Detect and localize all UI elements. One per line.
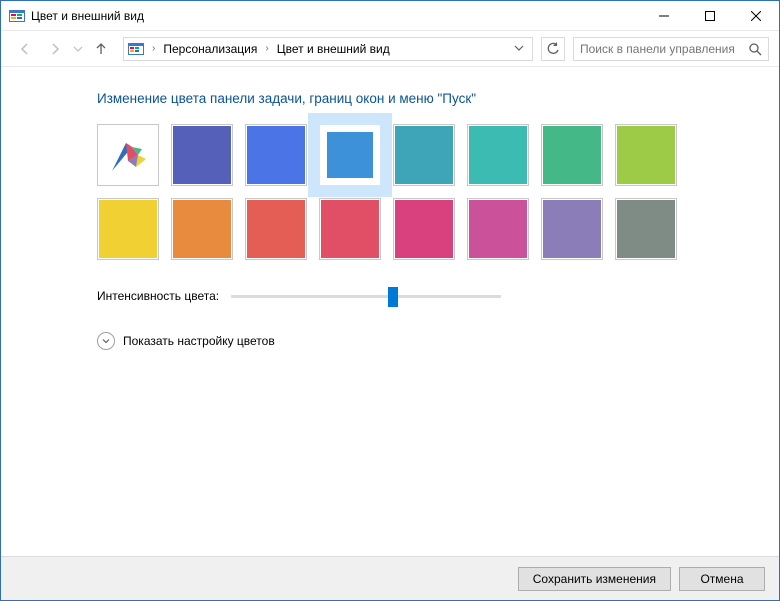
recent-button[interactable]	[71, 35, 85, 63]
chevron-down-icon	[514, 43, 524, 53]
window-title: Цвет и внешний вид	[31, 9, 641, 23]
breadcrumb-separator: ›	[261, 43, 272, 54]
color-swatch-orange[interactable]	[171, 198, 233, 260]
intensity-label: Интенсивность цвета:	[97, 289, 219, 303]
color-swatch-rose[interactable]	[319, 198, 381, 260]
color-swatch-yellow[interactable]	[97, 198, 159, 260]
color-swatch-cyan[interactable]	[467, 124, 529, 186]
cancel-button[interactable]: Отмена	[679, 567, 765, 591]
color-swatch-blue[interactable]	[245, 124, 307, 186]
breadcrumb-item[interactable]: Цвет и внешний вид	[277, 42, 390, 56]
arrow-right-icon	[47, 41, 63, 57]
minimize-button[interactable]	[641, 1, 687, 30]
color-swatch-teal[interactable]	[393, 124, 455, 186]
search-box[interactable]	[573, 37, 769, 61]
breadcrumb[interactable]: › Персонализация › Цвет и внешний вид	[123, 37, 533, 61]
save-button[interactable]: Сохранить изменения	[518, 567, 671, 591]
close-button[interactable]	[733, 1, 779, 30]
color-swatch-grid	[97, 124, 745, 260]
control-panel-icon	[128, 41, 144, 57]
arrow-up-icon	[93, 41, 109, 57]
window: Цвет и внешний вид	[0, 0, 780, 601]
breadcrumb-dropdown[interactable]	[510, 42, 528, 56]
color-swatch-violet[interactable]	[541, 198, 603, 260]
slider-track	[231, 295, 501, 298]
close-icon	[751, 11, 761, 21]
refresh-button[interactable]	[541, 37, 565, 61]
minimize-icon	[659, 11, 669, 21]
color-swatch-lime[interactable]	[615, 124, 677, 186]
window-controls	[641, 1, 779, 30]
breadcrumb-separator: ›	[148, 43, 159, 54]
arrow-left-icon	[17, 41, 33, 57]
refresh-icon	[546, 42, 560, 56]
maximize-icon	[705, 11, 715, 21]
forward-button[interactable]	[41, 35, 69, 63]
color-swatch-auto[interactable]	[97, 124, 159, 186]
maximize-button[interactable]	[687, 1, 733, 30]
color-swatch-azure[interactable]	[319, 124, 381, 186]
content-pane: Изменение цвета панели задачи, границ ок…	[1, 67, 779, 556]
chevron-down-circle-icon	[97, 332, 115, 350]
up-button[interactable]	[87, 35, 115, 63]
color-swatch-magenta[interactable]	[393, 198, 455, 260]
back-button[interactable]	[11, 35, 39, 63]
color-swatch-indigo[interactable]	[171, 124, 233, 186]
color-swatch-green[interactable]	[541, 124, 603, 186]
navbar: › Персонализация › Цвет и внешний вид	[1, 31, 779, 67]
color-swatch-slate[interactable]	[615, 198, 677, 260]
intensity-slider[interactable]	[231, 286, 501, 306]
titlebar: Цвет и внешний вид	[1, 1, 779, 31]
slider-thumb[interactable]	[388, 287, 398, 307]
show-color-settings[interactable]: Показать настройку цветов	[97, 332, 745, 350]
color-swatch-coral[interactable]	[245, 198, 307, 260]
search-input[interactable]	[580, 42, 748, 56]
page-heading: Изменение цвета панели задачи, границ ок…	[97, 91, 745, 106]
search-icon	[748, 42, 762, 56]
color-swatch-pink[interactable]	[467, 198, 529, 260]
auto-color-icon	[106, 133, 150, 177]
window-icon	[9, 8, 25, 24]
expand-label: Показать настройку цветов	[123, 334, 275, 348]
breadcrumb-item[interactable]: Персонализация	[163, 42, 257, 56]
intensity-row: Интенсивность цвета:	[97, 286, 745, 306]
footer: Сохранить изменения Отмена	[1, 556, 779, 600]
chevron-down-icon	[73, 44, 83, 54]
